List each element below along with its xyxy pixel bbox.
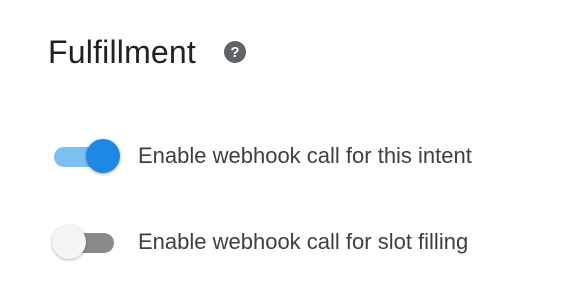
- help-circle-icon[interactable]: ?: [224, 41, 247, 63]
- toggle-row-slot-filling-webhook: Enable webhook call for slot filling: [48, 222, 468, 262]
- toggle-row-intent-webhook: Enable webhook call for this intent: [48, 136, 472, 176]
- fulfillment-panel: Fulfillment ? Enable webhook call for th…: [0, 0, 568, 284]
- fulfillment-header: Fulfillment ?: [48, 30, 247, 74]
- svg-text:?: ?: [230, 44, 239, 61]
- intent-webhook-label: Enable webhook call for this intent: [138, 143, 472, 168]
- toggle-thumb: [52, 225, 86, 259]
- intent-webhook-toggle[interactable]: [48, 136, 122, 176]
- section-title: Fulfillment: [48, 34, 197, 70]
- toggle-thumb: [86, 139, 120, 173]
- slot-filling-webhook-label: Enable webhook call for slot filling: [138, 229, 469, 254]
- slot-filling-webhook-toggle[interactable]: [48, 222, 122, 262]
